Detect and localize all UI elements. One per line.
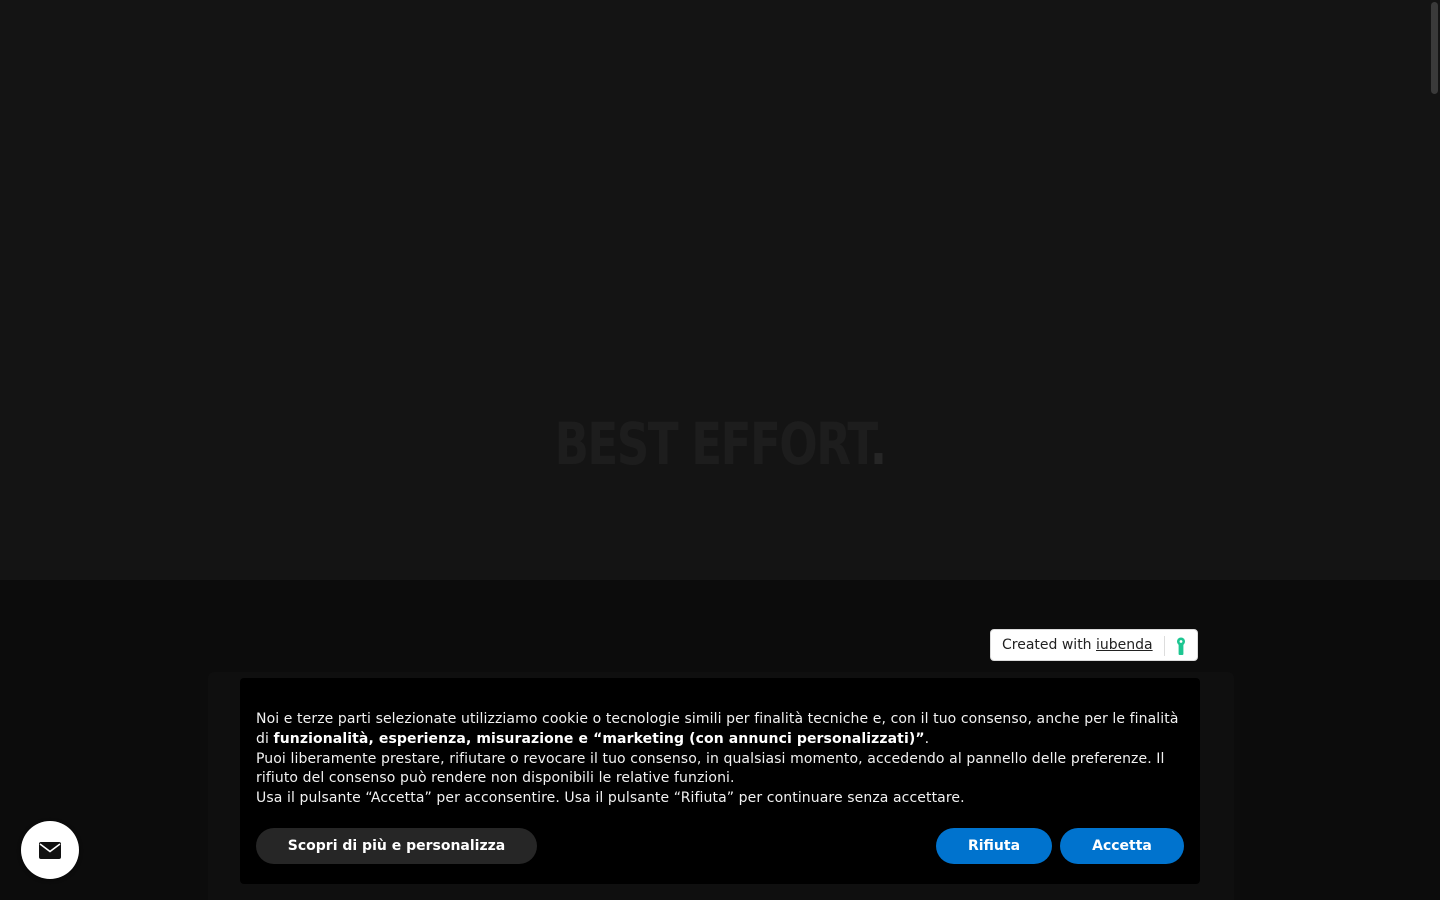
cookie-purposes: funzionalità, esperienza, misurazione e … [273,730,925,747]
iubenda-link[interactable]: iubenda [1096,637,1153,653]
hero-section: BEST EFFORT. [0,0,1440,580]
badge-prefix: Created with [1002,637,1097,653]
cookie-banner-text: Noi e terze parti selezionate utilizziam… [256,710,1184,809]
site-logo[interactable]: BEST EFFORT. [158,410,1281,478]
logo-text: BEST EFFORT [554,410,871,478]
cookie-text-line1: Noi e terze parti selezionate utilizziam… [256,711,1179,747]
page-scrollbar[interactable] [1430,0,1440,900]
iubenda-badge[interactable]: Created with iubenda [990,629,1198,661]
cookie-banner: Noi e terze parti selezionate utilizziam… [240,678,1200,884]
customize-button[interactable]: Scopri di più e personalizza [256,828,537,864]
logo-dot: . [869,410,887,478]
contact-button[interactable] [21,821,79,879]
iubenda-keyhole-icon [1177,637,1185,655]
cookie-text-line2: Puoi liberamente prestare, rifiutare o r… [256,750,1165,787]
badge-divider [1164,636,1165,656]
envelope-icon [39,841,61,859]
scrollbar-thumb[interactable] [1431,2,1438,94]
page: BEST EFFORT. Created with iubenda Noi e … [0,0,1440,900]
badge-text: Created with iubenda [991,637,1153,653]
reject-button[interactable]: Rifiuta [936,828,1052,864]
accept-button[interactable]: Accetta [1060,828,1184,864]
cookie-text-line3: Usa il pulsante “Accetta” per acconsenti… [256,790,965,807]
